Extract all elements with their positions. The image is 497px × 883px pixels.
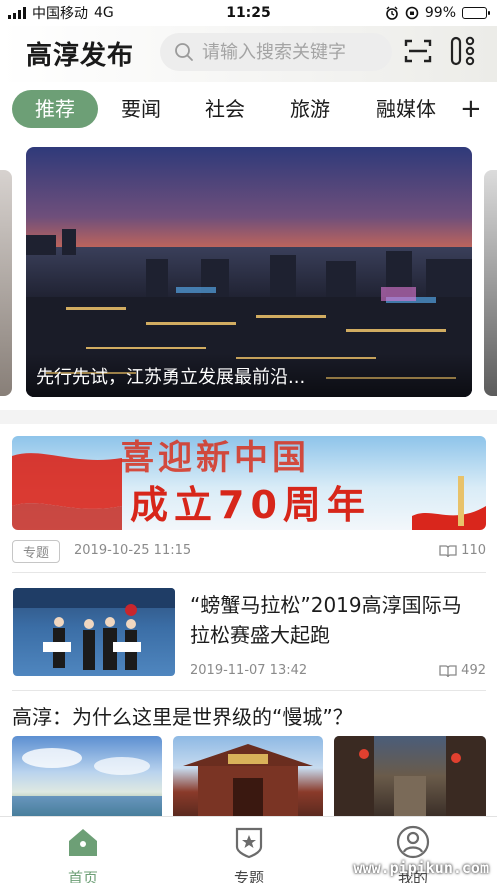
news-meta: 2019-11-07 13:42 492 bbox=[12, 660, 486, 684]
huabiao-decoration bbox=[412, 476, 486, 530]
banner-meta: 专题 2019-10-25 11:15 110 bbox=[12, 540, 486, 564]
tab-travel[interactable]: 旅游 bbox=[285, 90, 335, 128]
nav-topics[interactable]: 专题 bbox=[214, 825, 284, 883]
status-bar: 中国移动 4G 11:25 99% bbox=[0, 0, 497, 26]
old-street-photo bbox=[334, 736, 486, 816]
banner-views: 110 bbox=[439, 543, 486, 558]
tab-recommend[interactable]: 推荐 bbox=[12, 90, 98, 128]
gallery-image-2[interactable] bbox=[173, 736, 323, 816]
banner-view-count: 110 bbox=[461, 543, 486, 558]
search-icon bbox=[175, 43, 193, 61]
topic-tag[interactable]: 专题 bbox=[12, 540, 61, 563]
home-icon bbox=[69, 829, 97, 856]
brand-title: 高淳发布 bbox=[26, 41, 135, 71]
banner-line1: 喜迎新中国 bbox=[120, 438, 310, 478]
search-input[interactable] bbox=[202, 41, 382, 63]
nav-topics-label: 专题 bbox=[233, 869, 264, 883]
tab-headlines[interactable]: 要闻 bbox=[116, 90, 166, 128]
menu-icon[interactable] bbox=[450, 36, 476, 66]
banner-date: 2019-10-25 11:15 bbox=[74, 543, 192, 558]
status-right: 99% bbox=[385, 5, 490, 21]
anniversary-banner[interactable]: 喜迎新中国 成立70周年 bbox=[12, 436, 486, 530]
alarm-icon bbox=[386, 6, 398, 20]
bottom-navigation: 首页 专题 我的 www.pipikun.com bbox=[0, 816, 497, 883]
category-tabs: 推荐 要闻 社会 旅游 融媒体 + bbox=[0, 84, 497, 134]
hero-caption: 先行先试，江苏勇立发展最前沿... bbox=[26, 353, 472, 397]
news-title[interactable]: “螃蟹马拉松”2019高淳国际马拉松赛盛大起跑 bbox=[190, 590, 480, 650]
book-icon bbox=[439, 664, 457, 677]
carousel-next-peek[interactable] bbox=[484, 170, 497, 396]
search-bar[interactable] bbox=[160, 33, 392, 71]
nav-home[interactable]: 首页 bbox=[48, 825, 118, 883]
gallery-title[interactable]: 高淳：为什么这里是世界级的“慢城”？ bbox=[12, 701, 353, 730]
archway-photo bbox=[183, 744, 313, 816]
news-date: 2019-11-07 13:42 bbox=[190, 663, 308, 678]
user-icon bbox=[396, 825, 430, 859]
gallery-image-3[interactable] bbox=[334, 736, 486, 816]
tab-media[interactable]: 融媒体 bbox=[370, 90, 442, 128]
red-flag-decoration bbox=[12, 453, 122, 530]
section-divider bbox=[0, 410, 497, 424]
row-divider bbox=[12, 572, 486, 573]
news-views: 492 bbox=[439, 663, 486, 678]
nav-home-label: 首页 bbox=[67, 869, 98, 883]
app-header: 高淳发布 bbox=[0, 26, 497, 82]
banner-line2: 成立70周年 bbox=[130, 483, 371, 527]
battery-icon bbox=[462, 7, 490, 19]
battery-percent: 99% bbox=[424, 5, 456, 21]
tab-society[interactable]: 社会 bbox=[200, 90, 250, 128]
star-badge-icon bbox=[235, 827, 263, 859]
watermark: www.pipikun.com bbox=[353, 859, 489, 877]
news-view-count: 492 bbox=[461, 663, 486, 678]
lake-photo bbox=[12, 748, 162, 816]
row-divider bbox=[12, 690, 486, 691]
rotation-lock-icon bbox=[405, 6, 419, 20]
add-tab-button[interactable]: + bbox=[460, 90, 482, 128]
scan-icon[interactable] bbox=[404, 38, 432, 64]
carousel-prev-peek[interactable] bbox=[0, 170, 12, 396]
gallery-image-1[interactable] bbox=[12, 736, 162, 816]
hero-carousel-card[interactable]: 先行先试，江苏勇立发展最前沿... bbox=[26, 147, 472, 397]
book-icon bbox=[439, 544, 457, 557]
